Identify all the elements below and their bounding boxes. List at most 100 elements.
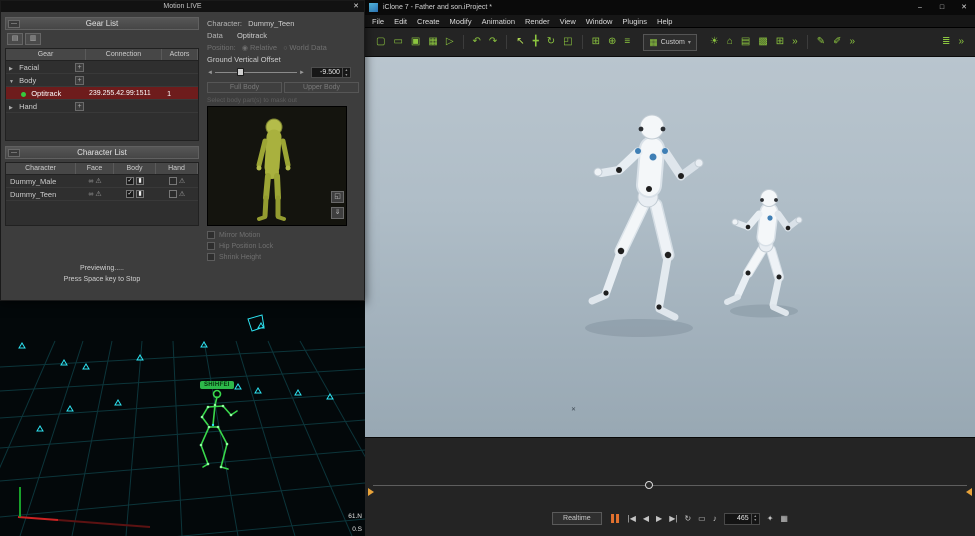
edit-pen-icon[interactable]: ✎ bbox=[817, 37, 825, 47]
menu-item[interactable]: Render bbox=[520, 17, 555, 26]
spin-down-icon[interactable]: ▾ bbox=[343, 73, 350, 78]
full-body-button[interactable]: Full Body bbox=[207, 82, 282, 93]
add-facial-gear-button[interactable]: + bbox=[75, 63, 84, 72]
link-icon: ∞ bbox=[88, 175, 93, 188]
close-button[interactable]: ✕ bbox=[953, 0, 975, 15]
open-project-icon[interactable]: ▭ bbox=[393, 37, 402, 47]
dock-panels-icon[interactable]: ≣ bbox=[942, 37, 950, 47]
expand-closed-icon[interactable]: ▶ bbox=[9, 102, 17, 115]
audio-button[interactable]: ♪ bbox=[713, 515, 717, 523]
close-icon[interactable]: ✕ bbox=[351, 1, 361, 12]
menu-item[interactable]: Help bbox=[652, 17, 677, 26]
save-preview-button[interactable]: ⇓ bbox=[331, 207, 344, 219]
character-row-dummy-teen[interactable]: Dummy_Teen ∞ ⚠ ✓ ▮ ⚠ bbox=[6, 188, 198, 201]
maximize-button[interactable]: □ bbox=[931, 0, 953, 15]
visual-settings-icon[interactable]: ⊞ bbox=[776, 37, 784, 47]
undo-icon[interactable]: ↶ bbox=[473, 37, 481, 47]
realtime-button[interactable]: Realtime bbox=[552, 512, 602, 525]
gear-row-optitrack[interactable]: Optitrack 239.255.42.99:1511 1 bbox=[6, 87, 198, 100]
slider-handle[interactable] bbox=[237, 68, 244, 76]
body-tracking-checkbox[interactable]: ✓ bbox=[126, 177, 134, 185]
radio-world-data[interactable]: ○ bbox=[283, 45, 287, 52]
snap-tool-icon[interactable]: ≡ bbox=[624, 37, 630, 47]
spin-down-icon[interactable]: ▾ bbox=[752, 518, 759, 523]
gear-row-facial[interactable]: ▶ Facial + bbox=[6, 61, 198, 74]
scene-manager-icon[interactable]: ▩ bbox=[758, 37, 767, 47]
move-tool-icon[interactable]: ╋ bbox=[533, 37, 539, 47]
frame-number-input[interactable]: 465 ▴ ▾ bbox=[724, 513, 760, 525]
ground-offset-input[interactable]: -9.500 ▴ ▾ bbox=[311, 67, 351, 78]
motion-live-title: Motion LIVE bbox=[163, 3, 201, 10]
toolbar-separator bbox=[463, 35, 464, 49]
go-to-end-button[interactable]: ▶| bbox=[669, 515, 677, 523]
load-gear-preset-button[interactable]: ▥ bbox=[25, 33, 41, 45]
select-tool-icon[interactable]: ↖ bbox=[516, 37, 524, 47]
add-body-gear-button[interactable]: + bbox=[75, 76, 84, 85]
preview-play-icon[interactable]: ▷ bbox=[446, 37, 454, 47]
content-manager-icon[interactable]: ▤ bbox=[741, 37, 750, 47]
loop-button[interactable]: ↻ bbox=[684, 515, 691, 523]
save-as-icon[interactable]: ▦ bbox=[428, 37, 437, 47]
timeline-track[interactable] bbox=[373, 485, 967, 486]
clapboard-button[interactable]: ▦ bbox=[780, 515, 788, 523]
mask-option-checkbox[interactable]: Hip Position Lock bbox=[207, 242, 359, 250]
add-hand-gear-button[interactable]: + bbox=[75, 102, 84, 111]
rotate-tool-icon[interactable]: ↻ bbox=[547, 37, 555, 47]
link-tool-icon[interactable]: ⊞ bbox=[592, 37, 600, 47]
menu-item[interactable]: Edit bbox=[389, 17, 412, 26]
scale-tool-icon[interactable]: ◰ bbox=[563, 37, 572, 47]
pause-button[interactable] bbox=[609, 514, 621, 523]
playhead[interactable] bbox=[645, 481, 653, 489]
new-project-icon[interactable]: ▢ bbox=[376, 37, 385, 47]
menu-item[interactable]: Animation bbox=[477, 17, 520, 26]
toolbar-overflow-icon[interactable]: » bbox=[792, 37, 798, 47]
upper-body-button[interactable]: Upper Body bbox=[284, 82, 359, 93]
pivot-tool-icon[interactable]: ⊕ bbox=[608, 37, 616, 47]
minimize-button[interactable]: – bbox=[909, 0, 931, 15]
viewport-3d[interactable]: ✕ bbox=[365, 57, 975, 437]
display-mode-dropdown[interactable]: ▦ Custom ▾ bbox=[643, 34, 697, 51]
range-start-marker[interactable] bbox=[368, 488, 374, 496]
settings-button[interactable]: ✦ bbox=[767, 515, 774, 523]
slider-right-arrow-icon[interactable]: ► bbox=[299, 70, 305, 76]
collapse-gear-list-button[interactable]: — bbox=[8, 20, 20, 28]
menu-item[interactable]: Plugins bbox=[617, 17, 652, 26]
menu-item[interactable]: Modify bbox=[445, 17, 477, 26]
body-preview-checkbox[interactable]: ▮ bbox=[136, 190, 144, 198]
menu-item[interactable]: Create bbox=[412, 17, 445, 26]
save-project-icon[interactable]: ▣ bbox=[411, 37, 420, 47]
redo-icon[interactable]: ↷ bbox=[489, 37, 497, 47]
ground-offset-slider[interactable] bbox=[215, 72, 297, 73]
radio-relative[interactable]: ◉ bbox=[242, 45, 248, 52]
tools-overflow-icon[interactable]: » bbox=[850, 37, 856, 47]
go-to-start-button[interactable]: |◀ bbox=[628, 515, 636, 523]
data-value: Optitrack bbox=[237, 31, 267, 40]
range-button[interactable]: ▭ bbox=[698, 515, 706, 523]
previous-frame-button[interactable]: ◀ bbox=[643, 515, 649, 523]
frame-spinner[interactable]: ▴ ▾ bbox=[751, 514, 759, 524]
slider-left-arrow-icon[interactable]: ◄ bbox=[207, 70, 213, 76]
menu-item[interactable]: File bbox=[367, 17, 389, 26]
home-icon[interactable]: ⌂ bbox=[727, 37, 733, 47]
mask-option-checkbox[interactable]: Mirror Motion bbox=[207, 231, 359, 239]
hand-tracking-checkbox[interactable] bbox=[169, 177, 177, 185]
character-preview[interactable]: ◱ ⇓ bbox=[207, 106, 347, 226]
paint-brush-icon[interactable]: ✐ bbox=[833, 37, 841, 47]
panel-overflow-icon[interactable]: » bbox=[958, 37, 964, 47]
play-button[interactable]: ▶ bbox=[656, 515, 662, 523]
body-tracking-checkbox[interactable]: ✓ bbox=[126, 190, 134, 198]
range-end-marker[interactable] bbox=[966, 488, 972, 496]
character-row-dummy-male[interactable]: Dummy_Male ∞ ⚠ ✓ ▮ ⚠ bbox=[6, 175, 198, 188]
mask-option-checkbox[interactable]: Shrink Height bbox=[207, 253, 359, 261]
body-preview-checkbox[interactable]: ▮ bbox=[136, 177, 144, 185]
gear-row-body[interactable]: ▼ Body + bbox=[6, 74, 198, 87]
gear-row-hand[interactable]: ▶ Hand + bbox=[6, 100, 198, 113]
hand-tracking-checkbox[interactable] bbox=[169, 190, 177, 198]
menu-item[interactable]: Window bbox=[581, 17, 618, 26]
collapse-character-list-button[interactable]: — bbox=[8, 149, 20, 157]
preview-light-icon[interactable]: ☀ bbox=[710, 37, 719, 47]
save-gear-preset-button[interactable]: ▤ bbox=[7, 33, 23, 45]
menu-item[interactable]: View bbox=[555, 17, 581, 26]
capture-preview-button[interactable]: ◱ bbox=[331, 191, 344, 203]
mocap-viewport[interactable]: SHIHFEI 61.N 0.S bbox=[0, 301, 365, 536]
